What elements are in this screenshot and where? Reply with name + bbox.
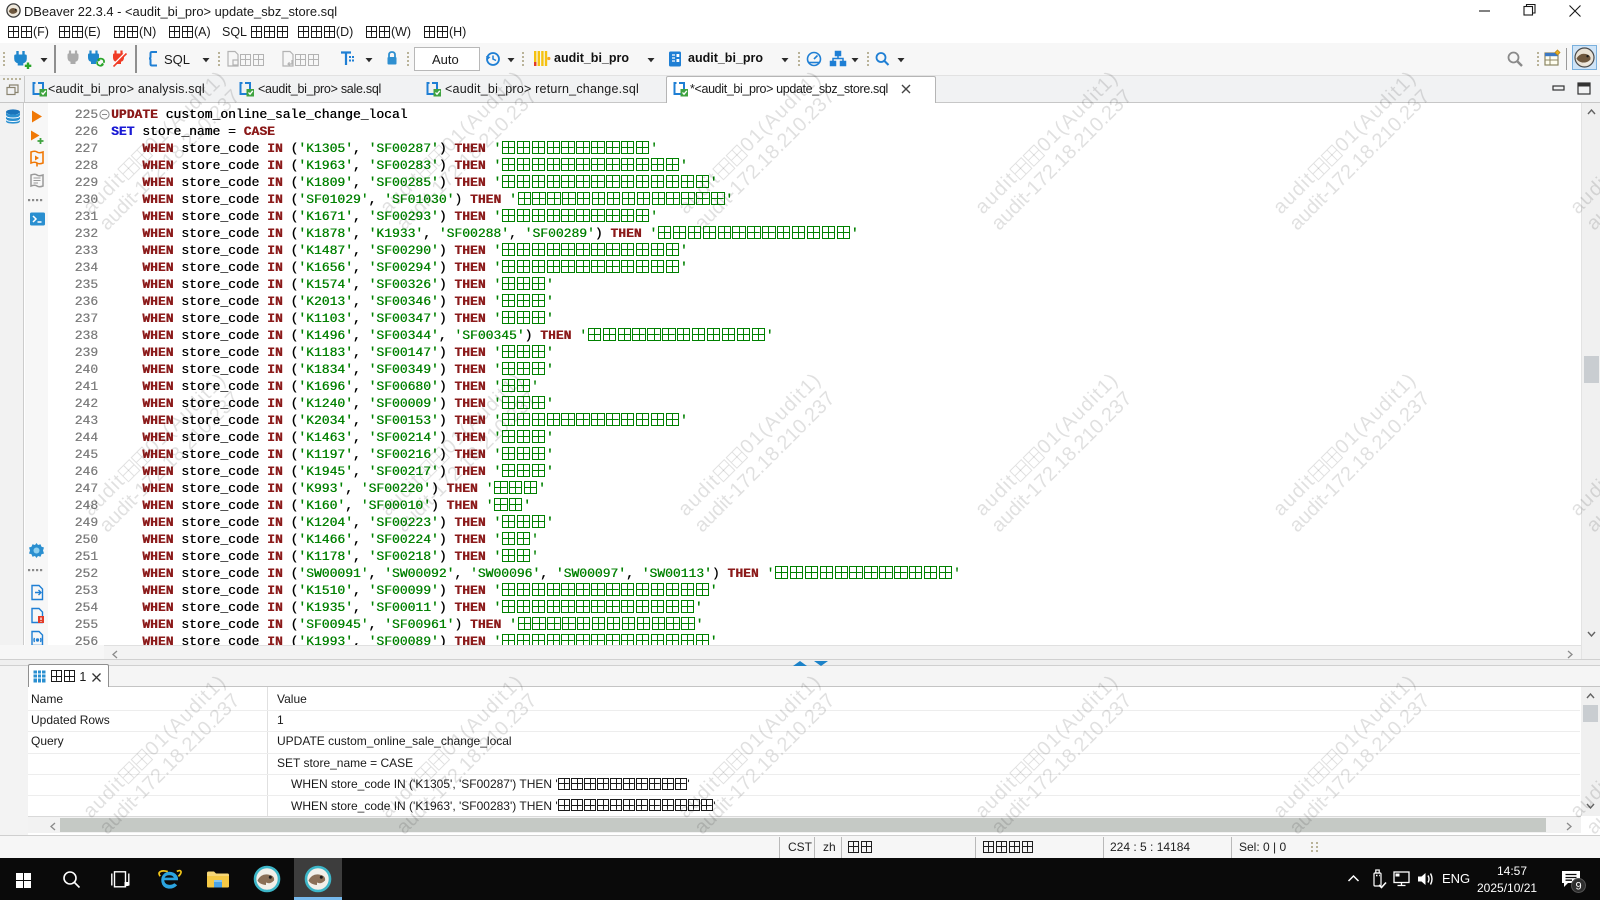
svg-text:9: 9 [1575,881,1581,893]
